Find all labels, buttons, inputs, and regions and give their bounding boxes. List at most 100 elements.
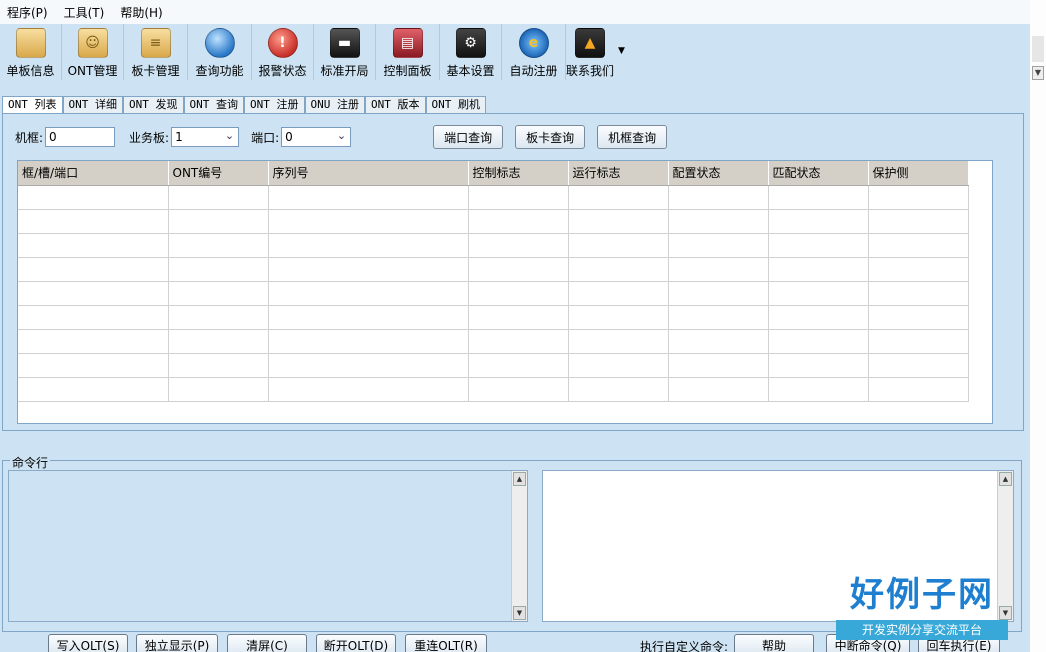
table-row[interactable] <box>18 329 969 354</box>
clear-screen-button[interactable]: 清屏(C) <box>227 634 307 652</box>
table-cell[interactable] <box>468 281 569 306</box>
table-cell[interactable] <box>668 185 769 210</box>
write-olt-button[interactable]: 写入OLT(S) <box>48 634 128 652</box>
dropdown-caret-icon[interactable]: ▼ <box>618 46 625 56</box>
menu-program[interactable]: 程序(P) <box>0 0 57 24</box>
port-select[interactable]: 0 ⌄ <box>281 127 352 147</box>
table-cell[interactable] <box>568 233 669 258</box>
table-cell[interactable] <box>868 233 969 258</box>
table-cell[interactable] <box>168 329 269 354</box>
tool-auto-register-button[interactable]: e 自动注册 <box>502 24 566 80</box>
window-scrollbar[interactable]: ▼ <box>1030 0 1046 652</box>
table-cell[interactable] <box>568 209 669 234</box>
table-cell[interactable] <box>468 185 569 210</box>
table-row[interactable] <box>18 185 969 210</box>
table-cell[interactable] <box>18 281 169 306</box>
table-cell[interactable] <box>468 353 569 378</box>
tab-ont-discover[interactable]: ONT 发现 <box>123 96 184 114</box>
table-cell[interactable] <box>18 209 169 234</box>
column-header[interactable]: 运行标志 <box>568 161 669 186</box>
table-cell[interactable] <box>768 281 869 306</box>
table-cell[interactable] <box>568 377 669 402</box>
table-cell[interactable] <box>268 305 469 330</box>
table-cell[interactable] <box>468 377 569 402</box>
port-query-button[interactable]: 端口查询 <box>433 125 504 149</box>
table-cell[interactable] <box>168 257 269 282</box>
table-cell[interactable] <box>868 281 969 306</box>
table-cell[interactable] <box>568 281 669 306</box>
reconnect-olt-button[interactable]: 重连OLT(R) <box>405 634 487 652</box>
table-cell[interactable] <box>568 353 669 378</box>
table-cell[interactable] <box>668 209 769 234</box>
tool-board-manage-button[interactable]: ≡ 板卡管理 <box>124 24 188 80</box>
table-cell[interactable] <box>18 233 169 258</box>
table-row[interactable] <box>18 377 969 402</box>
tool-ont-manage-button[interactable]: ☺ ONT管理 <box>62 24 124 80</box>
table-cell[interactable] <box>668 377 769 402</box>
scroll-down-icon[interactable]: ▼ <box>513 606 526 620</box>
table-cell[interactable] <box>868 305 969 330</box>
column-header[interactable]: 控制标志 <box>468 161 569 186</box>
tab-ont-register[interactable]: ONT 注册 <box>244 96 305 114</box>
tool-alarm-button[interactable]: ! 报警状态 <box>252 24 314 80</box>
column-header[interactable]: 序列号 <box>268 161 469 186</box>
table-cell[interactable] <box>768 353 869 378</box>
table-row[interactable] <box>18 257 969 282</box>
table-cell[interactable] <box>468 305 569 330</box>
table-cell[interactable] <box>568 257 669 282</box>
disconnect-olt-button[interactable]: 断开OLT(D) <box>316 634 396 652</box>
tool-query-button[interactable]: 查询功能 <box>188 24 252 80</box>
tab-ont-flash[interactable]: ONT 刷机 <box>425 96 486 114</box>
table-row[interactable] <box>18 305 969 330</box>
table-cell[interactable] <box>18 329 169 354</box>
table-cell[interactable] <box>768 209 869 234</box>
command-output-area[interactable]: ▲ ▼ <box>8 470 528 622</box>
menu-help[interactable]: 帮助(H) <box>113 0 171 24</box>
table-cell[interactable] <box>768 257 869 282</box>
table-cell[interactable] <box>18 257 169 282</box>
table-cell[interactable] <box>468 257 569 282</box>
column-header[interactable]: 配置状态 <box>668 161 769 186</box>
table-cell[interactable] <box>468 329 569 354</box>
table-cell[interactable] <box>168 233 269 258</box>
table-cell[interactable] <box>768 329 869 354</box>
tool-board-info-button[interactable]: 单板信息 <box>0 24 62 80</box>
table-cell[interactable] <box>668 233 769 258</box>
tool-control-panel-button[interactable]: ▤ 控制面板 <box>376 24 440 80</box>
table-cell[interactable] <box>868 257 969 282</box>
table-cell[interactable] <box>868 377 969 402</box>
table-cell[interactable] <box>168 209 269 234</box>
table-cell[interactable] <box>268 353 469 378</box>
board-select[interactable]: 1 ⌄ <box>171 127 240 147</box>
table-cell[interactable] <box>168 353 269 378</box>
table-cell[interactable] <box>668 281 769 306</box>
tool-basic-settings-button[interactable]: ⚙ 基本设置 <box>440 24 502 80</box>
table-cell[interactable] <box>168 281 269 306</box>
table-cell[interactable] <box>568 305 669 330</box>
table-row[interactable] <box>18 233 969 258</box>
frame-input[interactable]: 0 <box>45 127 116 147</box>
table-cell[interactable] <box>768 377 869 402</box>
board-query-button[interactable]: 板卡查询 <box>515 125 586 149</box>
scroll-up-icon[interactable]: ▲ <box>999 472 1012 486</box>
tab-ont-version[interactable]: ONT 版本 <box>365 96 426 114</box>
column-header[interactable]: 保护侧 <box>868 161 969 186</box>
table-cell[interactable] <box>268 185 469 210</box>
table-cell[interactable] <box>268 329 469 354</box>
column-header[interactable]: ONT编号 <box>168 161 269 186</box>
table-cell[interactable] <box>568 185 669 210</box>
table-cell[interactable] <box>18 185 169 210</box>
table-cell[interactable] <box>268 281 469 306</box>
table-cell[interactable] <box>668 329 769 354</box>
table-cell[interactable] <box>268 377 469 402</box>
tool-standard-open-button[interactable]: ▬ 标准开局 <box>314 24 376 80</box>
table-cell[interactable] <box>468 209 569 234</box>
standalone-display-button[interactable]: 独立显示(P) <box>136 634 218 652</box>
scroll-down-icon[interactable]: ▼ <box>1032 66 1044 80</box>
table-row[interactable] <box>18 209 969 234</box>
menu-tools[interactable]: 工具(T) <box>57 0 114 24</box>
table-cell[interactable] <box>668 257 769 282</box>
table-cell[interactable] <box>668 353 769 378</box>
table-cell[interactable] <box>168 185 269 210</box>
help-button[interactable]: 帮助 <box>734 634 814 652</box>
